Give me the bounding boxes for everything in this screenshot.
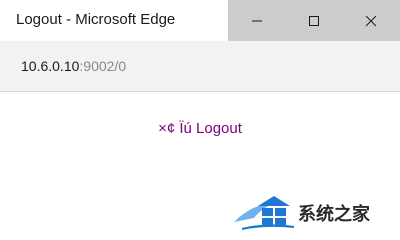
browser-window: Logout - Microsoft Edge 10.6.0.10:9002/0… [0, 0, 400, 240]
close-button[interactable] [343, 0, 400, 41]
windows-house-logo-icon [234, 196, 294, 230]
caption-buttons [228, 0, 400, 41]
url-host: 10.6.0.10 [21, 58, 80, 74]
watermark-text: 系统之家 [298, 204, 370, 225]
close-icon [365, 15, 377, 26]
maximize-icon [308, 15, 319, 26]
title-bar: Logout - Microsoft Edge [0, 0, 400, 41]
minimize-icon [251, 20, 262, 21]
window-title: Logout - Microsoft Edge [16, 11, 176, 28]
url-text[interactable]: 10.6.0.10:9002/0 [21, 58, 126, 74]
page-content: ×¢ Ïú Logout 系统之家 [0, 92, 400, 240]
address-bar[interactable]: 10.6.0.10:9002/0 [0, 41, 400, 92]
url-port-path: :9002/0 [79, 58, 127, 74]
watermark: 系统之家 [232, 192, 400, 232]
minimize-button[interactable] [228, 0, 285, 41]
logout-link[interactable]: ×¢ Ïú Logout [0, 120, 400, 137]
maximize-button[interactable] [285, 0, 342, 41]
